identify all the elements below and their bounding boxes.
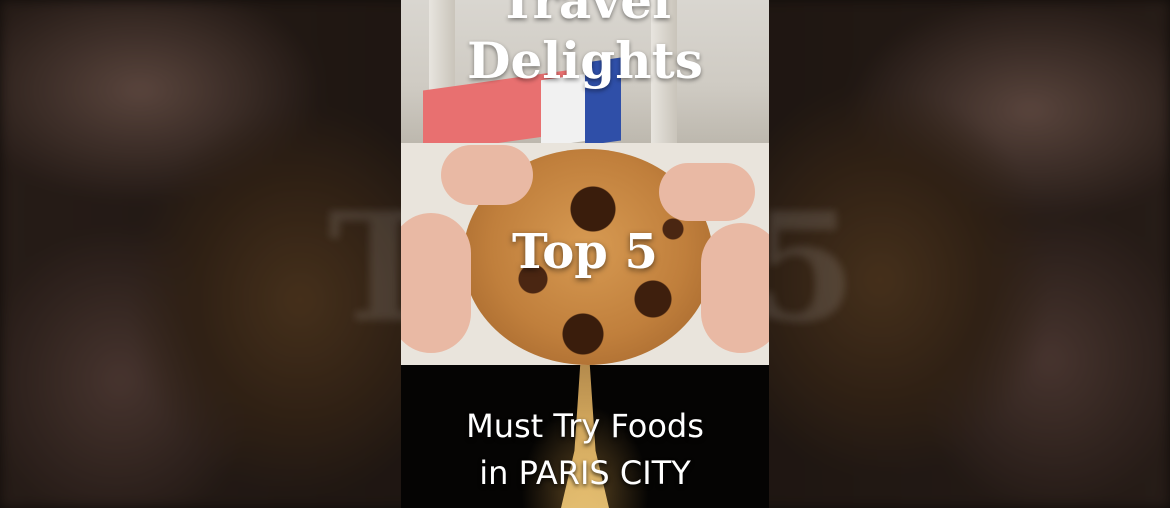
title-line-2: Delights (467, 31, 703, 90)
title-line-1: Travel (498, 0, 672, 30)
video-frame[interactable]: Travel Delights Top 5 Must Try Foods in … (401, 0, 769, 508)
subtitle-line-2: in PARIS CITY (479, 454, 691, 492)
thumbnail: T 5 Travel Delights Top 5 Must Try Foods… (0, 0, 1170, 508)
subtitle-line-1: Must Try Foods (466, 407, 704, 445)
thumb-left (441, 145, 533, 205)
thumb-right (659, 163, 755, 221)
headline: Top 5 (512, 224, 658, 280)
